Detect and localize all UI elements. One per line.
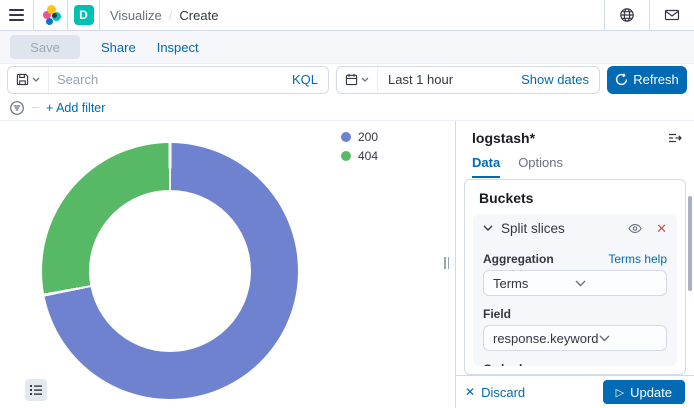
donut-chart[interactable] [42, 143, 298, 399]
kibana-visualize-app: D Visualize / Create Save Share Inspect [0, 0, 694, 408]
calendar-icon [345, 73, 358, 86]
terms-help-link[interactable]: Terms help [608, 252, 667, 266]
breadcrumb-visualize[interactable]: Visualize [110, 8, 162, 23]
floppy-icon [16, 73, 29, 86]
add-filter-button[interactable]: + Add filter [46, 101, 105, 115]
chart-legend: 200 404 [341, 130, 378, 163]
show-dates-button[interactable]: Show dates [511, 72, 599, 87]
breadcrumb: Visualize / Create [100, 8, 218, 23]
query-bar: KQL Last 1 hour Show dates Refresh [0, 64, 694, 95]
collapse-panel-button[interactable] [668, 132, 682, 144]
chevron-down-icon [575, 280, 657, 287]
visualization-area: 200 404 logstash* [0, 120, 694, 408]
bucket-form: Aggregation Terms help Terms Field [473, 242, 677, 366]
menu-button[interactable] [0, 9, 33, 21]
refresh-icon [615, 73, 628, 86]
date-quick-menu-button[interactable] [337, 67, 378, 93]
close-icon: ✕ [465, 385, 475, 399]
hamburger-icon [9, 9, 24, 21]
query-language-button[interactable]: KQL [282, 72, 328, 87]
legend-toggle-button[interactable] [25, 379, 47, 401]
share-button[interactable]: Share [101, 40, 136, 55]
tab-data[interactable]: Data [472, 155, 500, 178]
refresh-label: Refresh [633, 72, 679, 87]
aggregation-select[interactable]: Terms [483, 270, 667, 296]
legend-item-404[interactable]: 404 [341, 149, 378, 163]
globe-icon [619, 7, 635, 23]
refresh-button[interactable]: Refresh [607, 66, 687, 94]
help-button[interactable] [605, 7, 649, 23]
panel-resize-handle[interactable] [444, 257, 449, 269]
panel-footer: ✕ Discard ▷ Update [456, 375, 694, 408]
inspect-button[interactable]: Inspect [157, 40, 199, 55]
top-header: D Visualize / Create [0, 0, 694, 31]
eye-icon [628, 223, 642, 234]
split-slices-section: Split slices ✕ Aggregation Terms help [473, 214, 677, 366]
legend-dot [341, 132, 351, 142]
buckets-heading: Buckets [473, 188, 677, 214]
search-box: KQL [7, 66, 329, 94]
saved-query-menu-button[interactable] [8, 67, 49, 93]
space-badge[interactable]: D [74, 5, 94, 25]
order-by-label: Order by [483, 362, 533, 366]
discard-button[interactable]: ✕ Discard [465, 385, 525, 400]
newsfeed-button[interactable] [650, 7, 694, 23]
play-icon: ▷ [616, 386, 624, 399]
elastic-logo-icon [41, 5, 61, 25]
home-button[interactable] [34, 5, 67, 25]
breadcrumb-separator: / [169, 8, 173, 23]
filter-options-icon [9, 100, 25, 116]
action-bar: Save Share Inspect [0, 31, 694, 64]
legend-dot [341, 151, 351, 161]
chevron-down-icon [32, 77, 40, 82]
envelope-icon [664, 7, 680, 23]
bucket-type-label: Split slices [501, 221, 620, 236]
breadcrumb-create: Create [179, 8, 218, 23]
filter-options-button[interactable] [9, 100, 25, 116]
editor-tabs: Data Options [456, 146, 694, 178]
field-select[interactable]: response.keyword [483, 325, 667, 351]
accordion-toggle[interactable] [483, 225, 493, 231]
donut-hole [89, 190, 251, 352]
date-picker: Last 1 hour Show dates [336, 66, 600, 94]
toggle-visibility-button[interactable] [628, 223, 642, 234]
legend-label: 200 [358, 130, 378, 144]
panel-scrollbar[interactable] [688, 196, 692, 291]
legend-label: 404 [358, 149, 378, 163]
chevron-down-icon [599, 335, 658, 342]
field-label: Field [483, 307, 511, 321]
search-input[interactable] [49, 67, 282, 93]
time-range-value[interactable]: Last 1 hour [378, 72, 463, 87]
chevron-down-icon [361, 77, 369, 82]
chevron-down-icon [483, 225, 493, 231]
collapse-icon [668, 132, 682, 144]
update-button[interactable]: ▷ Update [603, 380, 685, 404]
index-pattern-title: logstash* [472, 130, 535, 146]
legend-item-200[interactable]: 200 [341, 130, 378, 144]
remove-bucket-button[interactable]: ✕ [656, 222, 667, 235]
save-button[interactable]: Save [10, 35, 80, 59]
aggregation-label: Aggregation [483, 252, 554, 266]
filter-bar: + Add filter [0, 95, 694, 120]
tab-options[interactable]: Options [518, 155, 563, 178]
buckets-card: Buckets Split slices ✕ [464, 179, 686, 375]
list-icon [30, 384, 42, 396]
divider [32, 107, 39, 108]
vis-editor-panel: logstash* Data Options Buckets [455, 121, 694, 408]
